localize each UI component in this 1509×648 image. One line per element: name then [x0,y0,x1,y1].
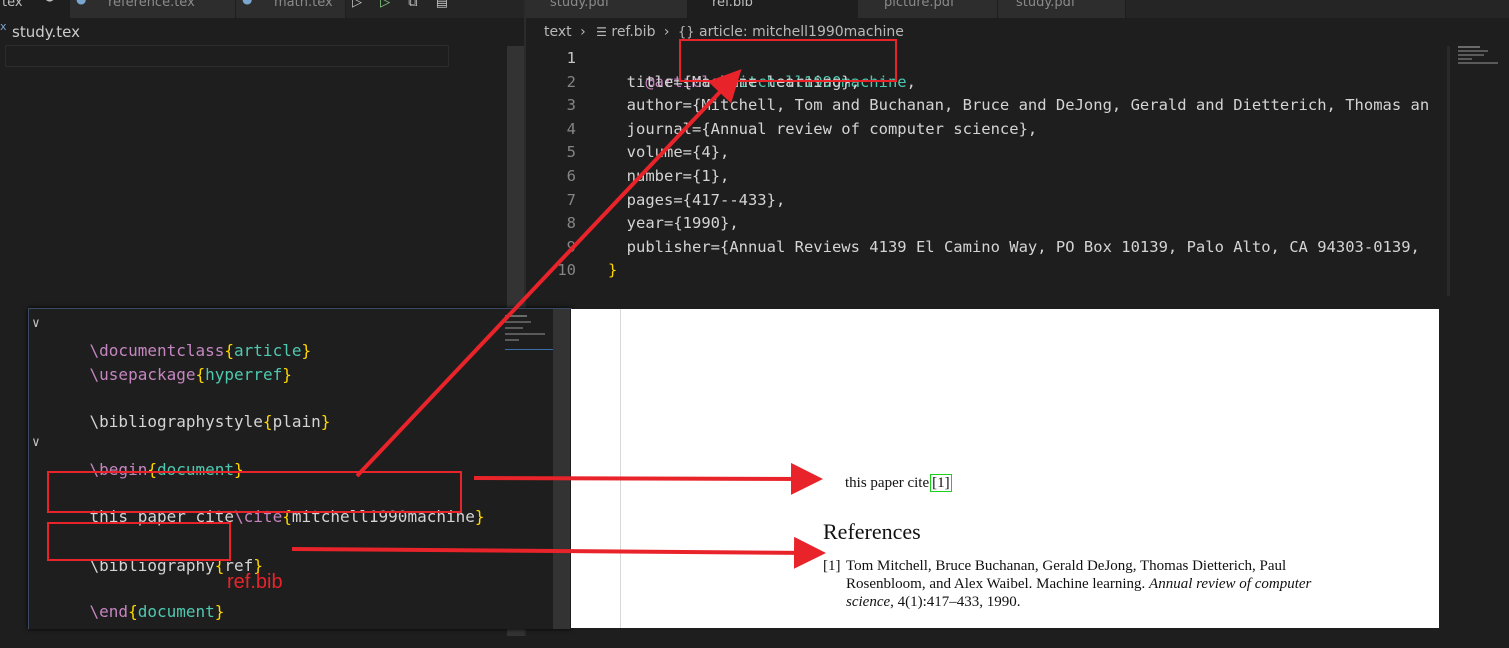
pdf-text: science [846,594,891,610]
highlight-box-cite [47,471,462,513]
tab-label: tex [2,0,23,10]
tab-reference-tex[interactable]: ● reference.tex [70,0,236,18]
bib-field: number={1}, [608,167,730,185]
line-number: 4 [566,119,576,138]
highlight-box-bibliography [47,522,231,561]
tab-study-pdf[interactable]: study.pdf [526,0,688,18]
tex-file-icon: ● [242,0,252,5]
tab-math-tex[interactable]: ● math.tex [236,0,346,18]
breadcrumb-symbol[interactable]: article: mitchell1990machine [699,24,904,40]
editor-actions: ▷ ▷ ⧉ ▤ [352,0,448,13]
brace: { [262,412,273,431]
line-number: 2 [566,72,576,91]
brace: { [195,365,206,384]
tex-line-end: \end{document} [51,576,225,648]
line-number: 3 [566,96,576,115]
brace: } [214,602,225,621]
line-number: 8 [566,214,576,233]
tab-label: ref.bib [712,0,753,10]
scrollbar[interactable] [553,309,570,629]
breadcrumb-file[interactable]: ref.bib [611,24,655,40]
preview-icon[interactable]: ⧉ [408,0,417,10]
bib-editor[interactable]: 1 2 3 4 5 6 7 8 9 10 @article{mitchell19… [526,46,1450,296]
tex-command: \bibliographystyle [89,412,263,431]
line-number: 5 [566,143,576,162]
brace: } [320,412,331,431]
scrollbar[interactable] [1447,46,1450,296]
build-icon[interactable]: ▷ [380,0,390,10]
left-tab-strip: tex ● ● reference.tex ● math.tex ▷ ▷ ⧉ ▤ [0,0,524,18]
tex-command: \usepackage [89,365,196,384]
pdf-references-heading: References [823,519,921,544]
breadcrumb-folder[interactable]: text [544,24,572,40]
tab-label: study.pdf [550,0,610,10]
tex-command: \end [89,602,129,621]
tab-label: study.pdf [1016,0,1076,10]
citation-number: 1 [937,475,945,491]
chevron-down-icon[interactable]: ∨ [32,316,40,331]
page-margin-line [620,309,621,628]
bib-field: year={1990}, [608,214,739,233]
brace: } [301,341,312,360]
tex-argument: plain [272,412,321,431]
line-number: 6 [566,167,576,185]
highlight-box-bib-key [679,39,897,82]
bib-field: publisher={Annual Reviews 4139 El Camino… [608,237,1420,256]
list-icon: ☰ [596,25,607,39]
tex-argument: hyperref [205,365,283,384]
bib-field: pages={417--433}, [608,190,786,209]
annotation-label: ref.bib [227,571,283,593]
chevron-down-icon[interactable]: ∨ [32,435,40,450]
tab-study-tex[interactable]: tex ● [0,0,70,18]
pdf-preview[interactable]: this paper cite [1] References [1] Tom Mi… [571,309,1439,628]
pdf-ref-line-2: Rosenbloom, and Alex Waibel. Machine lea… [846,576,1311,593]
current-line-highlight [5,45,449,67]
tab-picture-pdf[interactable]: picture.pdf [858,0,998,18]
line-number: 7 [566,190,576,209]
pdf-ref-line-1: Tom Mitchell, Bruce Buchanan, Gerald DeJ… [846,558,1287,574]
line-number: 10 [557,261,576,280]
breadcrumb: text › ☰ ref.bib › {} article: mitchell1… [544,24,904,40]
pdf-text: Rosenbloom, and Alex Waibel. Machine lea… [846,576,1150,592]
pdf-cite-sentence: this paper cite [1] [845,474,952,492]
closing-brace: } [608,261,618,280]
bib-field: journal={Annual review of computer scien… [608,119,1038,138]
tab-label: picture.pdf [884,0,955,10]
braces-icon: {} [677,25,695,40]
right-tab-strip: study.pdf ref.bib ✕ picture.pdf study.pd… [526,0,1509,18]
chevron-right-icon: › [663,24,670,40]
chevron-right-icon: › [580,24,586,40]
file-label: study.tex [12,23,80,41]
line-number: 9 [566,237,576,256]
minimap[interactable] [1458,46,1506,66]
bib-field: author={Mitchell, Tom and Buchanan, Bruc… [608,96,1430,115]
pdf-ref-label: [1] [823,558,841,574]
tab-label: math.tex [274,0,333,10]
citation-link[interactable]: [1] [930,474,952,492]
comma: , [906,73,916,91]
tab-study-pdf-2[interactable]: study.pdf [998,0,1126,18]
pdf-text: Annual review of computer [1149,576,1312,592]
tab-ref-bib[interactable]: ref.bib ✕ [688,0,858,18]
close-icon[interactable]: x [0,20,7,33]
brace: } [474,507,485,526]
brace: } [282,365,292,384]
minimap[interactable] [505,315,553,351]
bib-field: volume={4}, [608,143,730,162]
tab-label: reference.tex [108,0,195,10]
pdf-text: this paper cite [845,475,930,491]
tex-file-icon: ● [76,0,86,5]
pdf-ref-line-3: science, 4(1):417–433, 1990. [846,594,1021,611]
pdf-text: , 4(1):417–433, 1990. [890,594,1021,610]
brace: { [128,602,138,621]
split-editor-icon[interactable]: ▤ [436,0,448,10]
tex-editor-panel[interactable]: ∨ \documentclass{article} \usepackage{hy… [28,308,572,629]
line-number: 1 [566,49,576,67]
run-icon[interactable]: ▷ [352,0,362,10]
tex-argument: document [137,602,215,621]
pdf-side-gutter [1439,309,1509,628]
